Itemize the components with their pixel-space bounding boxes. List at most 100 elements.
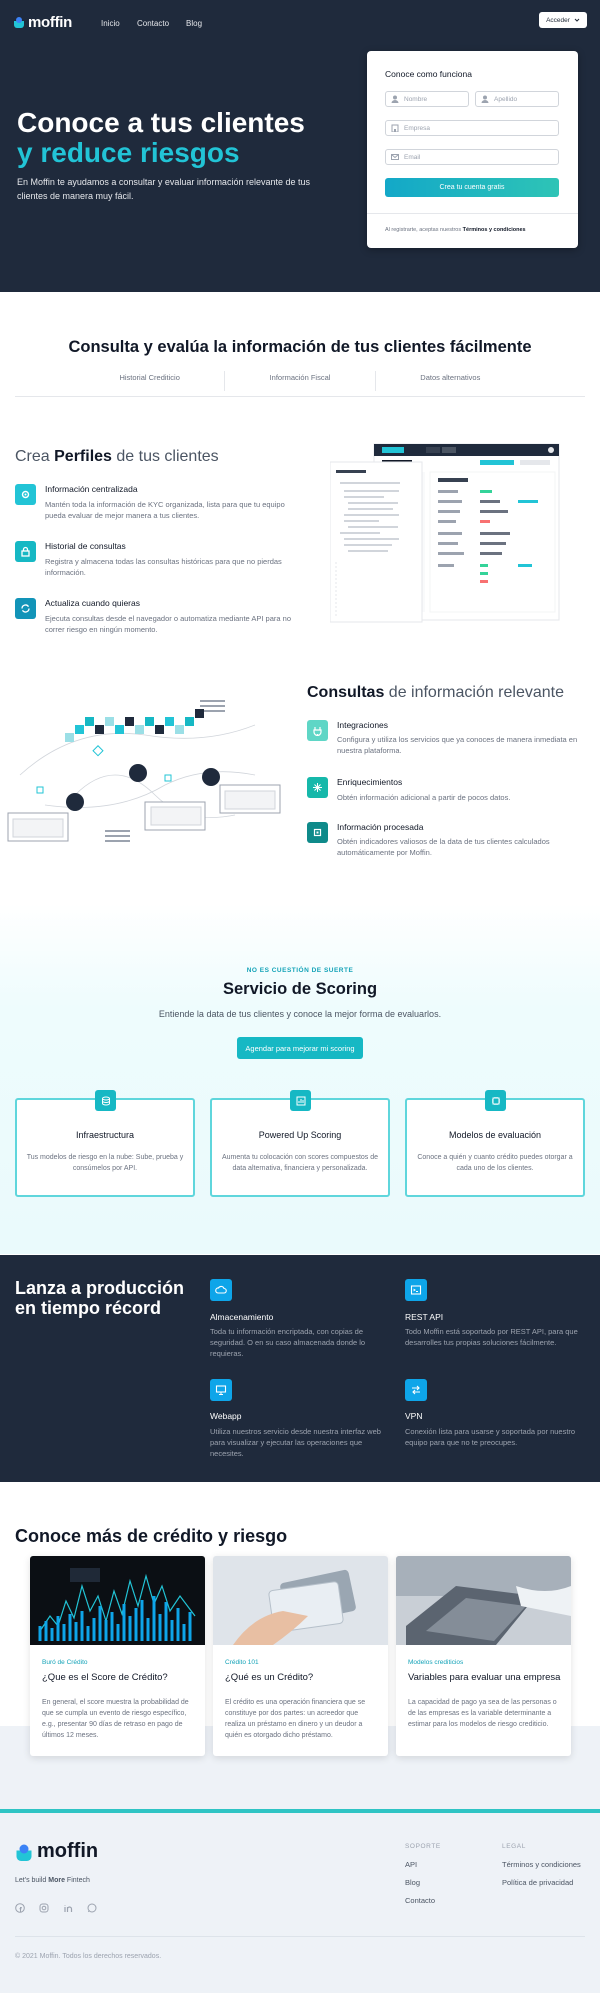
blog-card[interactable]: Crédito 101 ¿Qué es un Crédito? El crédi… <box>213 1556 388 1756</box>
nav-link-blog[interactable]: Blog <box>186 19 202 28</box>
building-icon <box>391 124 399 132</box>
scoring-card-title: Powered Up Scoring <box>258 1130 342 1140</box>
scoring-card: Modelos de evaluación Conoce a quién y c… <box>405 1090 585 1197</box>
consultas-title-post: de información relevante <box>384 684 564 701</box>
whatsapp-icon[interactable] <box>87 1903 97 1913</box>
company-placeholder: Empresa <box>404 124 431 132</box>
perfiles-title-bold: Perfiles <box>54 448 112 465</box>
terms-link[interactable]: Términos y condiciones <box>463 227 526 233</box>
moffin-logo-icon <box>16 1844 32 1861</box>
blog-post-title[interactable]: ¿Qué es un Crédito? <box>225 1672 313 1683</box>
blog-card[interactable]: Buró de Crédito ¿Que es el Score de Créd… <box>30 1556 205 1756</box>
terms-prefix: Al registrarte, aceptas nuestros <box>385 227 462 233</box>
footer-link-privacy[interactable]: Política de privacidad <box>502 1878 573 1887</box>
schedule-scoring-button[interactable]: Agendar para mejorar mi scoring <box>237 1037 363 1059</box>
cloud-icon <box>210 1279 232 1301</box>
footer-link-terms[interactable]: Términos y condiciones <box>502 1860 581 1869</box>
footer-tagline: Let's build More Fintech <box>15 1877 90 1884</box>
scoring-card: Powered Up Scoring Aumenta tu colocación… <box>210 1090 390 1197</box>
blog-card[interactable]: Modelos crediticios Variables para evalu… <box>396 1556 571 1756</box>
footer-support-heading: SOPORTE <box>405 1843 441 1850</box>
production-feature-title: Almacenamiento <box>210 1312 274 1322</box>
gear-icon <box>15 484 36 505</box>
linkedin-icon[interactable] <box>63 1903 73 1913</box>
footer-logo[interactable]: moffin <box>15 1840 98 1863</box>
blog-image-laptop <box>396 1556 571 1645</box>
sparkle-icon <box>307 777 328 798</box>
scoring-card-title: Infraestructura <box>75 1130 135 1140</box>
perfiles-feature-title: Actualiza cuando quieras <box>45 598 140 608</box>
blog-category: Crédito 101 <box>225 1659 259 1666</box>
form-terms: Al registrarte, aceptas nuestros Término… <box>385 227 565 233</box>
perfiles-title-pre: Crea <box>15 448 55 465</box>
lastname-placeholder: Apellido <box>494 95 518 103</box>
consultas-feature-desc: Configura y utiliza los servicios que ya… <box>337 735 578 755</box>
user-icon <box>391 95 399 103</box>
tab-historial[interactable]: Historial Crediticio <box>75 371 226 391</box>
plug-icon <box>307 720 328 741</box>
form-title: Conoce como funciona <box>385 69 472 79</box>
lastname-field[interactable]: Apellido <box>475 91 559 107</box>
production-title: Lanza a producción en tiempo récord <box>15 1278 185 1318</box>
nav-link-contacto[interactable]: Contacto <box>137 19 169 28</box>
signup-form: Conoce como funciona Nombre Apellido Emp… <box>367 51 578 248</box>
scoring-card-desc: Aumenta tu colocación con scores compues… <box>221 1154 379 1172</box>
production-feature-title: Webapp <box>210 1411 242 1421</box>
refresh-icon <box>15 598 36 619</box>
scoring-card-desc: Conoce a quién y cuanto crédito puedes o… <box>417 1154 573 1172</box>
scoring-card-title: Modelos de evaluación <box>448 1130 542 1140</box>
swap-icon <box>405 1379 427 1401</box>
footer-link-api[interactable]: API <box>405 1860 417 1869</box>
login-label: Acceder <box>546 16 570 24</box>
facebook-icon[interactable] <box>15 1903 25 1913</box>
consultas-feature-title: Información procesada <box>337 822 424 832</box>
scoring-subtitle: Entiende la data de tus clientes y conoc… <box>158 1009 442 1019</box>
blog-title: Conoce más de crédito y riesgo <box>15 1526 288 1546</box>
production-feature-desc: Utiliza nuestros servicio desde nuestra … <box>210 1427 381 1458</box>
consultas-feature-desc: Obtén indicadores valiosos de la data de… <box>337 837 550 857</box>
blog-category: Buró de Crédito <box>42 1659 88 1666</box>
blog-excerpt: En general, el score muestra la probabil… <box>42 1699 189 1739</box>
production-feature-desc: Todo Moffin está soportado por REST API,… <box>405 1327 578 1347</box>
footer-divider <box>15 1936 585 1937</box>
login-button[interactable]: Acceder <box>539 12 587 28</box>
database-icon <box>95 1090 116 1111</box>
nav-logo[interactable]: moffin <box>13 12 85 32</box>
tab-alternativos[interactable]: Datos alternativos <box>376 371 525 391</box>
consulta-title: Consulta y evalúa la información de tus … <box>68 338 532 356</box>
app-preview-illustration <box>330 443 560 623</box>
production-feature-desc: Toda tu información encriptada, con copi… <box>210 1327 366 1358</box>
scoring-card-desc: Tus modelos de riesgo en la nube: Sube, … <box>26 1154 184 1172</box>
perfiles-title: Crea Perfiles de tus clientes <box>15 448 219 466</box>
production-feature-title: REST API <box>405 1312 444 1322</box>
hero-title-line2: y reduce riesgos <box>17 137 240 168</box>
hero-title-line1: Conoce a tus clientes <box>17 107 305 138</box>
scoring-kicker: NO ES CUESTIÓN DE SUERTE <box>246 967 354 974</box>
blog-post-title[interactable]: ¿Que es el Score de Crédito? <box>42 1672 168 1683</box>
nav-link-inicio[interactable]: Inicio <box>101 19 120 28</box>
blog-post-title[interactable]: Variables para evaluar una empresa <box>408 1672 560 1683</box>
instagram-icon[interactable] <box>39 1903 49 1913</box>
name-field[interactable]: Nombre <box>385 91 469 107</box>
chevron-down-icon <box>574 18 580 22</box>
blog-image-chart <box>30 1556 205 1645</box>
footer-link-blog[interactable]: Blog <box>405 1878 420 1887</box>
consultas-illustration <box>7 700 281 842</box>
perfiles-feature-title: Información centralizada <box>45 484 138 494</box>
info-tabs: Historial Crediticio Información Fiscal … <box>75 371 525 391</box>
company-field[interactable]: Empresa <box>385 120 559 136</box>
tab-fiscal[interactable]: Información Fiscal <box>225 371 376 391</box>
mail-icon <box>391 154 399 160</box>
email-field[interactable]: Email <box>385 149 559 165</box>
hero-section: moffin Inicio Contacto Blog Acceder Cono… <box>0 0 600 292</box>
social-links <box>15 1903 97 1913</box>
create-account-button[interactable]: Crea tu cuenta gratis <box>385 178 559 197</box>
consultas-feature-title: Integraciones <box>337 720 389 730</box>
moffin-logo-icon <box>14 17 24 28</box>
perfiles-feature-desc: Mantén toda la información de KYC organi… <box>45 500 285 520</box>
footer-legal-heading: LEGAL <box>502 1843 526 1850</box>
user-icon <box>481 95 489 103</box>
consultas-title-bold: Consultas <box>307 684 385 701</box>
hero-description: En Moffin te ayudamos a consultar y eval… <box>17 177 310 201</box>
footer-link-contacto[interactable]: Contacto <box>405 1896 435 1905</box>
